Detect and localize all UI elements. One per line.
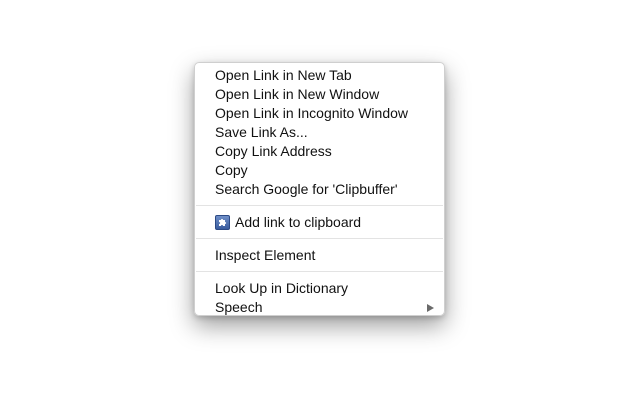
- menu-separator: [196, 238, 443, 239]
- menu-item-search-google[interactable]: Search Google for 'Clipbuffer': [195, 180, 444, 199]
- menu-item-open-link-new-window[interactable]: Open Link in New Window: [195, 85, 444, 104]
- context-menu: Open Link in New Tab Open Link in New Wi…: [194, 62, 445, 316]
- menu-item-look-up-dictionary[interactable]: Look Up in Dictionary: [195, 279, 444, 298]
- menu-item-open-link-incognito[interactable]: Open Link in Incognito Window: [195, 104, 444, 123]
- menu-item-inspect-element[interactable]: Inspect Element: [195, 246, 444, 265]
- menu-separator: [196, 205, 443, 206]
- menu-item-speech[interactable]: Speech: [195, 298, 444, 317]
- puzzle-piece-icon: [215, 215, 230, 230]
- menu-item-label: Add link to clipboard: [235, 214, 362, 230]
- submenu-arrow-icon: [427, 304, 434, 312]
- menu-separator: [196, 271, 443, 272]
- menu-item-save-link-as[interactable]: Save Link As...: [195, 123, 444, 142]
- menu-item-label: Speech: [215, 299, 263, 315]
- menu-item-copy-link-address[interactable]: Copy Link Address: [195, 142, 444, 161]
- menu-item-open-link-new-tab[interactable]: Open Link in New Tab: [195, 66, 444, 85]
- menu-item-add-link-to-clipboard[interactable]: Add link to clipboard: [195, 213, 444, 232]
- menu-item-copy[interactable]: Copy: [195, 161, 444, 180]
